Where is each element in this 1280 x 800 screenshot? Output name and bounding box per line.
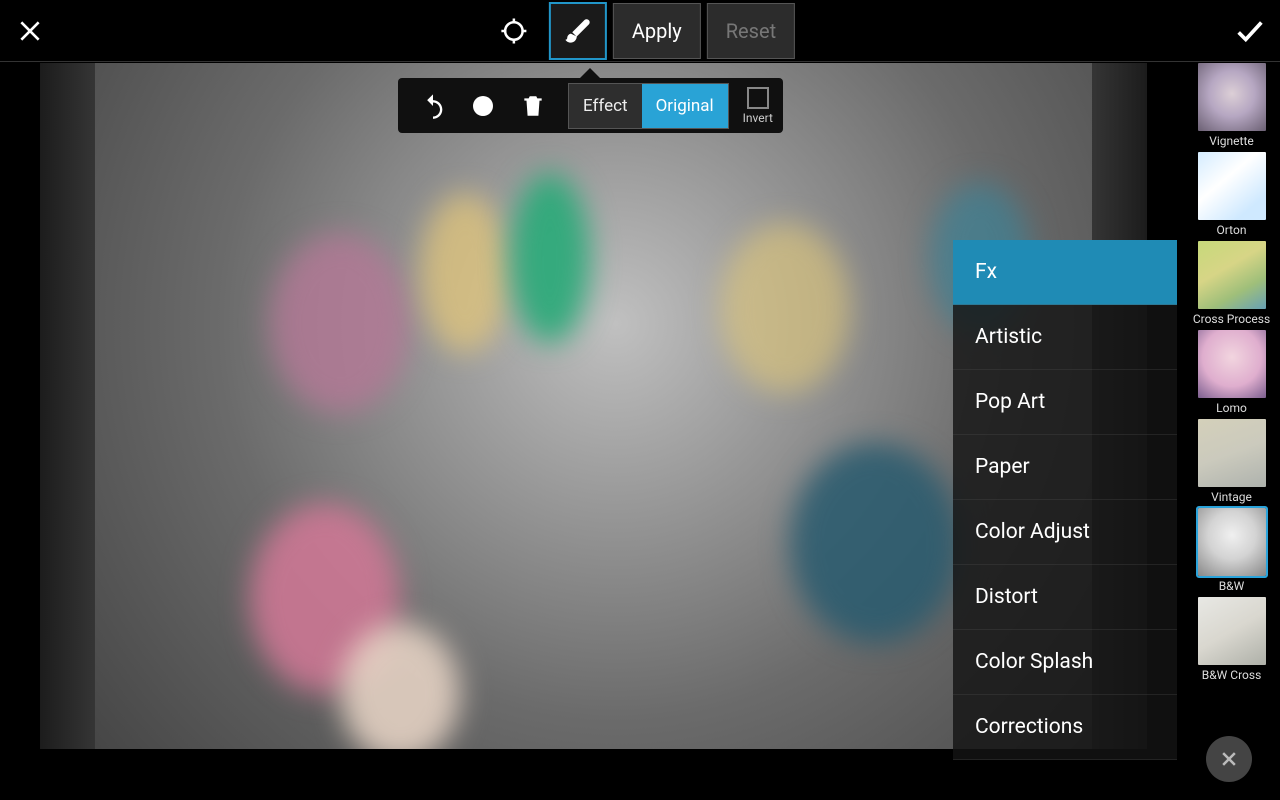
fx-category-artistic[interactable]: Artistic [953,305,1177,370]
circle-icon [471,94,495,118]
undo-button[interactable] [408,78,458,133]
top-toolbar: Apply Reset [0,0,1280,62]
preset-label: Vintage [1211,490,1252,504]
target-tool-button[interactable] [485,2,543,60]
preset-thumbnail [1198,241,1266,309]
close-button[interactable] [0,0,60,62]
brush-icon [563,16,593,46]
trash-icon [520,93,546,119]
original-segment[interactable]: Original [642,84,728,128]
apply-button[interactable]: Apply [613,3,701,59]
dismiss-menu-button[interactable] [1206,736,1252,782]
preset-vignette[interactable]: Vignette [1183,63,1280,148]
fx-category-color-adjust[interactable]: Color Adjust [953,500,1177,565]
preset-b-w-cross[interactable]: B&W Cross [1183,597,1280,682]
brush-tool-button[interactable] [549,2,607,60]
fx-category-fx[interactable]: Fx [953,240,1177,305]
fx-category-paper[interactable]: Paper [953,435,1177,500]
preset-vintage[interactable]: Vintage [1183,419,1280,504]
preset-orton[interactable]: Orton [1183,152,1280,237]
target-icon [499,16,529,46]
invert-label: Invert [743,111,773,125]
checkmark-icon [1233,14,1267,48]
preset-lomo[interactable]: Lomo [1183,330,1280,415]
invert-group: Invert [743,87,773,125]
fx-category-popart[interactable]: Pop Art [953,370,1177,435]
preset-label: Lomo [1216,401,1247,415]
effect-original-toggle: Effect Original [568,83,729,129]
preset-label: Orton [1217,223,1247,237]
close-icon [1219,749,1239,769]
close-icon [17,18,43,44]
fx-category-corrections[interactable]: Corrections [953,695,1177,760]
reset-button[interactable]: Reset [707,3,795,59]
preset-b-w[interactable]: B&W [1183,508,1280,593]
confirm-button[interactable] [1220,0,1280,62]
top-tools-group: Apply Reset [485,2,795,60]
preset-label: B&W [1219,579,1245,593]
preset-thumbnail [1198,63,1266,131]
effects-category-menu: Fx Artistic Pop Art Paper Color Adjust D… [953,240,1177,760]
trash-button[interactable] [508,78,558,133]
brush-size-button[interactable] [458,78,508,133]
preset-label: Vignette [1209,134,1254,148]
fx-category-distort[interactable]: Distort [953,565,1177,630]
invert-checkbox[interactable] [747,87,769,109]
preset-thumbnail-strip[interactable]: Vignette Orton Cross Process Lomo Vintage B&W… [1183,63,1280,800]
preset-thumbnail [1198,597,1266,665]
preset-thumbnail [1198,330,1266,398]
preset-thumbnail [1198,508,1266,576]
preset-label: Cross Process [1193,312,1270,326]
effect-segment[interactable]: Effect [569,84,642,128]
brush-options-popup: Effect Original Invert [398,78,783,133]
preset-thumbnail [1198,152,1266,220]
preset-thumbnail [1198,419,1266,487]
undo-icon [419,92,447,120]
preset-label: B&W Cross [1202,668,1262,682]
preset-cross-process[interactable]: Cross Process [1183,241,1280,326]
fx-category-color-splash[interactable]: Color Splash [953,630,1177,695]
